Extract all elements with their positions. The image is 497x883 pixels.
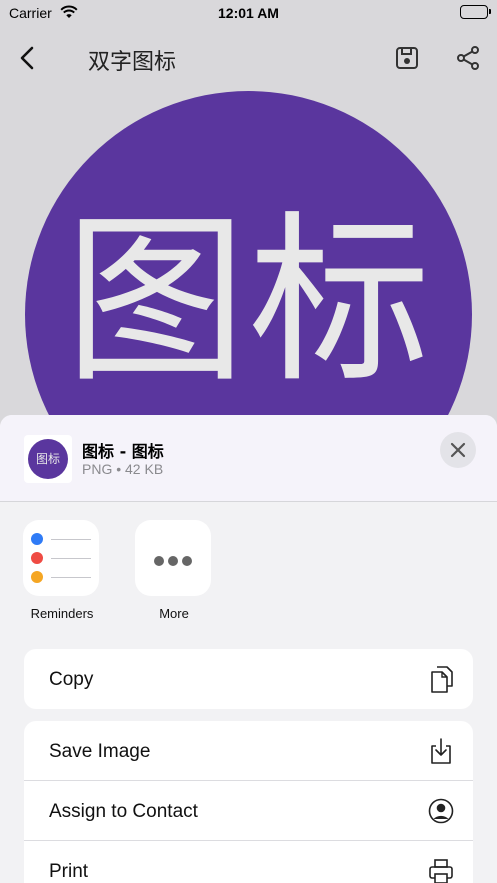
printer-icon xyxy=(427,856,455,883)
status-bar: Carrier 12:01 AM xyxy=(0,0,497,28)
action-label: Print xyxy=(49,861,89,882)
icon-preview-glyphs: 图标 xyxy=(64,195,433,407)
app-more[interactable]: More xyxy=(135,520,213,621)
app-label: Reminders xyxy=(30,606,94,621)
save-icon[interactable] xyxy=(393,44,421,72)
action-label: Save Image xyxy=(49,741,151,762)
battery-icon xyxy=(460,5,491,19)
page-title: 双字图标 xyxy=(88,50,177,75)
file-name: 图标 - 图标 xyxy=(82,442,164,461)
action-group-copy: Copy xyxy=(24,649,473,709)
download-icon xyxy=(427,736,455,766)
contact-icon xyxy=(427,796,455,826)
file-meta: PNG • 42 KB xyxy=(82,461,164,477)
copy-icon xyxy=(427,664,455,694)
action-label: Copy xyxy=(49,669,94,690)
action-label: Assign to Contact xyxy=(49,801,198,822)
share-sheet: 图标 图标 - 图标 PNG • 42 KB Reminders More Co… xyxy=(0,415,497,883)
app-label: More xyxy=(159,606,189,621)
share-sheet-header: 图标 图标 - 图标 PNG • 42 KB xyxy=(0,415,497,502)
clock: 12:01 AM xyxy=(218,5,279,21)
more-icon xyxy=(135,520,211,596)
close-button[interactable] xyxy=(440,432,476,468)
share-icon[interactable] xyxy=(454,44,482,72)
file-thumbnail: 图标 xyxy=(24,435,72,483)
action-assign-to-contact[interactable]: Assign to Contact xyxy=(24,781,473,841)
chevron-left-icon[interactable] xyxy=(12,42,44,74)
action-save-image[interactable]: Save Image xyxy=(24,721,473,781)
app-reminders[interactable]: Reminders xyxy=(23,520,101,621)
close-icon xyxy=(450,442,466,458)
action-copy[interactable]: Copy xyxy=(24,649,473,709)
action-group-main: Save Image Assign to Contact Print xyxy=(24,721,473,883)
action-print[interactable]: Print xyxy=(24,841,473,883)
thumbnail-glyphs: 图标 xyxy=(28,439,68,479)
nav-bar: 双字图标 xyxy=(0,30,497,86)
reminders-icon xyxy=(23,520,99,596)
